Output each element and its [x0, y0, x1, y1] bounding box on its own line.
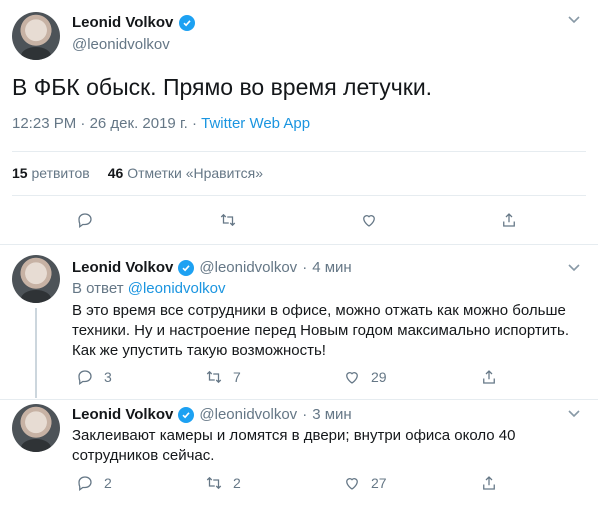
divider	[12, 151, 586, 152]
retweet-icon	[220, 213, 236, 227]
reply-time[interactable]: 4 мин	[312, 259, 352, 276]
reply-icon	[78, 213, 92, 229]
like-button[interactable]: 29	[343, 368, 387, 386]
verified-icon	[179, 14, 196, 31]
divider	[0, 399, 598, 400]
reply-time[interactable]: 3 мин	[312, 406, 352, 423]
retweet-count: 2	[233, 475, 241, 491]
retweets-stat[interactable]: 15 ретвитов	[12, 165, 90, 181]
divider	[0, 244, 598, 245]
reply-text: Заклеивают камеры и ломятся в двери; вну…	[72, 427, 516, 464]
avatar[interactable]	[12, 255, 60, 303]
author-name[interactable]: Leonid Volkov	[72, 406, 173, 423]
like-button[interactable]: 27	[343, 474, 387, 492]
share-icon	[483, 370, 495, 384]
retweet-button[interactable]	[219, 211, 237, 229]
like-count: 29	[371, 369, 387, 385]
author-header: Leonid Volkov @leonidvolkov	[72, 14, 196, 53]
avatar[interactable]	[12, 12, 60, 60]
chevron-down-icon[interactable]	[566, 12, 582, 28]
reply-icon	[78, 476, 92, 492]
reply-button[interactable]: 2	[76, 474, 112, 492]
chevron-down-icon[interactable]	[566, 406, 582, 422]
share-button[interactable]	[480, 474, 498, 492]
retweet-button[interactable]: 7	[205, 368, 241, 386]
reply-icon	[78, 370, 92, 386]
likes-stat[interactable]: 46 Отметки «Нравится»	[108, 165, 263, 181]
share-button[interactable]	[480, 368, 498, 386]
reply-text: В это время все сотрудники в офисе, можн…	[72, 302, 570, 359]
reply-button[interactable]	[76, 211, 94, 229]
tweet-source[interactable]: Twitter Web App	[201, 115, 310, 132]
chevron-down-icon[interactable]	[566, 260, 582, 276]
like-icon	[346, 372, 358, 384]
reply-to-link[interactable]: @leonidvolkov	[128, 280, 226, 297]
reply-count: 2	[104, 475, 112, 491]
like-icon	[363, 215, 375, 227]
author-handle[interactable]: @leonidvolkov	[199, 259, 297, 276]
share-button[interactable]	[500, 211, 518, 229]
tweet-text: В ФБК обыск. Прямо во время летучки.	[12, 74, 433, 100]
reply-header: Leonid Volkov @leonidvolkov · 4 мин	[72, 259, 352, 276]
like-icon	[346, 478, 358, 490]
avatar[interactable]	[12, 404, 60, 452]
reply-count: 3	[104, 369, 112, 385]
author-handle[interactable]: @leonidvolkov	[199, 406, 297, 423]
like-button[interactable]	[360, 211, 378, 229]
retweet-icon	[206, 370, 222, 384]
thread-line	[35, 308, 37, 398]
tweet-meta: 12:23 PM · 26 дек. 2019 г. · Twitter Web…	[12, 115, 311, 132]
share-icon	[503, 213, 515, 227]
retweet-icon	[206, 476, 222, 490]
reply-header: Leonid Volkov @leonidvolkov · 3 мин	[72, 406, 352, 423]
like-count: 27	[371, 475, 387, 491]
retweet-button[interactable]: 2	[205, 474, 241, 492]
author-name[interactable]: Leonid Volkov	[72, 14, 173, 31]
share-icon	[483, 476, 495, 490]
reply-to-line: В ответ @leonidvolkov	[72, 280, 226, 297]
author-name[interactable]: Leonid Volkov	[72, 259, 173, 276]
divider	[12, 195, 586, 196]
retweet-count: 7	[233, 369, 241, 385]
tweet-time[interactable]: 12:23 PM	[12, 115, 76, 132]
verified-icon	[178, 259, 195, 276]
reply-button[interactable]: 3	[76, 368, 112, 386]
tweet-date[interactable]: 26 дек. 2019 г.	[90, 115, 188, 132]
verified-icon	[178, 406, 195, 423]
tweet-stats: 15 ретвитов 46 Отметки «Нравится»	[12, 165, 263, 181]
author-handle[interactable]: @leonidvolkov	[72, 36, 195, 53]
